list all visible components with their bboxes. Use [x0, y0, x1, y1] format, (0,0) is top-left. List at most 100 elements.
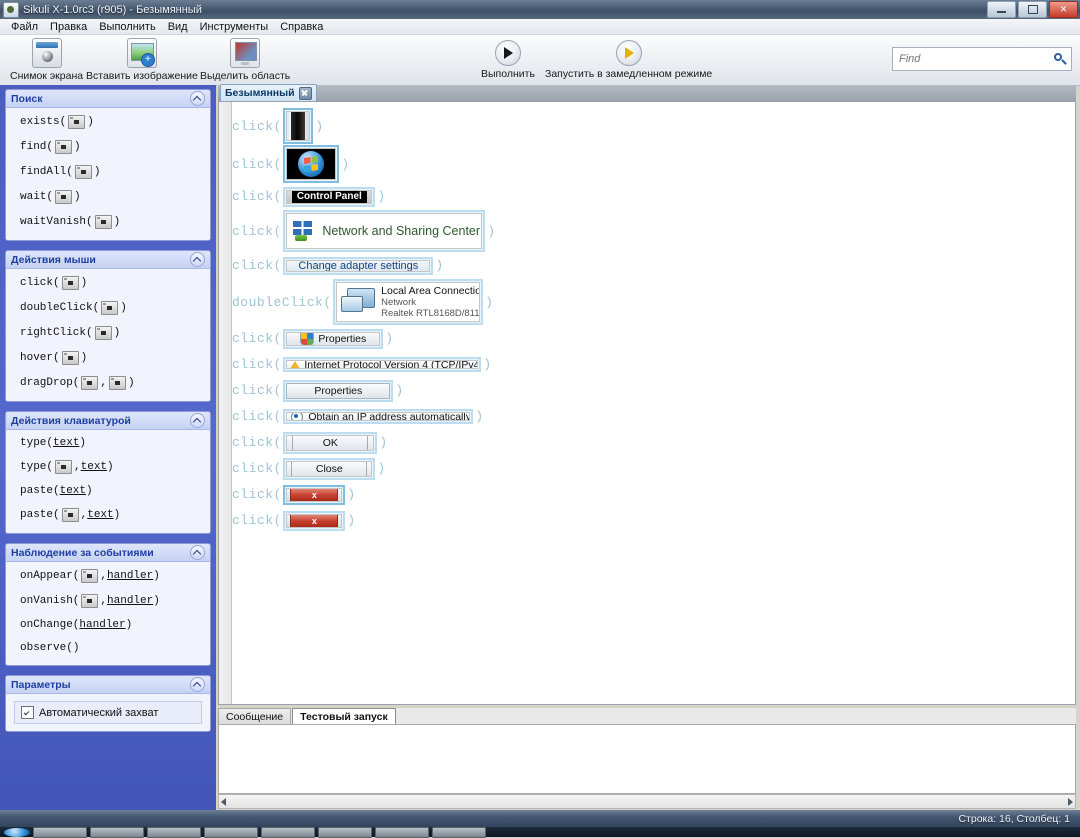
screenshot-thumbnail-properties-shield[interactable]: Properties	[283, 328, 384, 349]
auto-capture-row[interactable]: Автоматический захват	[14, 701, 202, 724]
sidebar-cmd-waitvanish[interactable]: waitVanish( )	[20, 215, 200, 229]
taskbar-item[interactable]	[147, 826, 201, 838]
code-line[interactable]: click( Network and Sharing Center )	[232, 210, 1075, 252]
sidebar-cmd-onappear[interactable]: onAppear( , handler )	[20, 569, 200, 583]
menu-view[interactable]: Вид	[162, 20, 194, 34]
code-line[interactable]: click( Properties )	[232, 378, 1075, 403]
image-thumbnail-icon[interactable]	[61, 276, 79, 290]
sidebar-cmd-paste-text[interactable]: paste( text )	[20, 485, 200, 497]
screenshot-thumbnail-local-area-connection[interactable]: Local Area Connection 2 Network Realtek …	[333, 279, 484, 325]
chevron-up-icon[interactable]	[190, 252, 205, 267]
chevron-up-icon[interactable]	[190, 677, 205, 692]
screenshot-thumbnail-red-close-x[interactable]: x	[283, 484, 346, 505]
screenshot-thumbnail-red-close-x[interactable]: x	[283, 510, 346, 531]
image-thumbnail-icon[interactable]	[109, 376, 127, 390]
sidebar-cmd-find[interactable]: find( )	[20, 140, 200, 154]
toolbar-insert-image-button[interactable]: Вставить изображение	[86, 38, 198, 82]
image-thumbnail-icon[interactable]	[55, 460, 73, 474]
taskbar-item[interactable]	[318, 826, 372, 838]
auto-capture-checkbox[interactable]	[21, 706, 34, 719]
image-thumbnail-icon[interactable]	[55, 140, 73, 154]
screenshot-thumbnail-scrollbar[interactable]	[283, 108, 314, 144]
start-button-icon[interactable]	[4, 827, 30, 837]
taskbar-item[interactable]	[33, 826, 87, 838]
image-thumbnail-icon[interactable]	[81, 594, 99, 608]
image-thumbnail-icon[interactable]	[61, 351, 79, 365]
toolbar-screenshot-button[interactable]: Снимок экрана	[10, 38, 83, 82]
code-line[interactable]: click( Properties )	[232, 326, 1075, 351]
screenshot-thumbnail-network-sharing-center[interactable]: Network and Sharing Center	[283, 210, 486, 252]
menu-run[interactable]: Выполнить	[93, 20, 161, 34]
menu-help[interactable]: Справка	[274, 20, 329, 34]
bottom-output-area[interactable]	[218, 724, 1076, 794]
taskbar-item[interactable]	[90, 826, 144, 838]
code-line[interactable]: click( )	[232, 145, 1075, 183]
menu-tools[interactable]: Инструменты	[194, 20, 275, 34]
code-line[interactable]: click( )	[232, 108, 1075, 144]
menu-edit[interactable]: Правка	[44, 20, 93, 34]
sidebar-cmd-type-text[interactable]: type( text )	[20, 437, 200, 449]
toolbar-select-region-button[interactable]: Выделить область	[200, 38, 290, 82]
image-thumbnail-icon[interactable]	[55, 190, 73, 204]
panel-mouse-actions-header[interactable]: Действия мыши	[6, 251, 210, 269]
toolbar-run-button[interactable]: Выполнить	[481, 38, 535, 80]
chevron-up-icon[interactable]	[190, 545, 205, 560]
code-line[interactable]: doubleClick( Local Area Connection 2 Net…	[232, 279, 1075, 325]
toolbar-run-slow-button[interactable]: Запустить в замедленном режиме	[545, 38, 712, 80]
code-line[interactable]: click( Change adapter settings )	[232, 253, 1075, 278]
image-thumbnail-icon[interactable]	[61, 508, 79, 522]
panel-event-observation-header[interactable]: Наблюдение за событиями	[6, 544, 210, 562]
screenshot-thumbnail-obtain-ip[interactable]: Obtain an IP address automatically	[283, 409, 474, 424]
code-line[interactable]: click( x )	[232, 482, 1075, 507]
image-thumbnail-icon[interactable]	[101, 301, 119, 315]
image-thumbnail-icon[interactable]	[81, 569, 99, 583]
taskbar-item[interactable]	[204, 826, 258, 838]
sidebar-cmd-exists[interactable]: exists( )	[20, 115, 200, 129]
panel-keyboard-actions-header[interactable]: Действия клавиатурой	[6, 412, 210, 430]
image-thumbnail-icon[interactable]	[81, 376, 99, 390]
find-box[interactable]	[892, 47, 1072, 71]
sidebar-cmd-dragdrop[interactable]: dragDrop( , )	[20, 376, 200, 390]
screenshot-thumbnail-change-adapter-settings[interactable]: Change adapter settings	[283, 256, 434, 275]
code-line[interactable]: click( OK )	[232, 430, 1075, 455]
chevron-up-icon[interactable]	[190, 91, 205, 106]
tab-test-run[interactable]: Тестовый запуск	[292, 708, 396, 724]
sidebar-cmd-doubleclick[interactable]: doubleClick( )	[20, 301, 200, 315]
editor-tab-untitled[interactable]: Безымянный	[220, 84, 317, 101]
taskbar-item[interactable]	[375, 826, 429, 838]
maximize-button[interactable]	[1018, 1, 1047, 18]
panel-settings-header[interactable]: Параметры	[6, 676, 210, 694]
screenshot-thumbnail-ok-button[interactable]: OK	[283, 431, 378, 454]
sidebar-cmd-findall[interactable]: findAll( )	[20, 165, 200, 179]
screenshot-thumbnail-close-button[interactable]: Close	[283, 457, 376, 480]
screenshot-thumbnail-properties[interactable]: Properties	[283, 379, 394, 402]
code-line[interactable]: click( x )	[232, 508, 1075, 533]
image-thumbnail-icon[interactable]	[94, 326, 112, 340]
taskbar-item[interactable]	[261, 826, 315, 838]
screenshot-thumbnail-ipv4[interactable]: Internet Protocol Version 4 (TCP/IPv4)	[283, 357, 482, 372]
code-editor[interactable]: click( ) click( ) click(Control Panel)…	[218, 101, 1076, 705]
sidebar-cmd-rightclick[interactable]: rightClick( )	[20, 326, 200, 340]
sidebar-cmd-observe[interactable]: observe( )	[20, 642, 200, 654]
sidebar-cmd-onvanish[interactable]: onVanish( , handler )	[20, 594, 200, 608]
sidebar-cmd-hover[interactable]: hover( )	[20, 351, 200, 365]
code-line[interactable]: click( Close )	[232, 456, 1075, 481]
menu-file[interactable]: Файл	[5, 20, 44, 34]
close-button[interactable]: ✕	[1049, 1, 1078, 18]
search-input[interactable]	[897, 52, 1054, 66]
code-line[interactable]: click( Internet Protocol Version 4 (TCP/…	[232, 352, 1075, 377]
sidebar-cmd-click[interactable]: click( )	[20, 276, 200, 290]
sidebar-cmd-wait[interactable]: wait( )	[20, 190, 200, 204]
screenshot-thumbnail-windows-orb[interactable]	[283, 145, 340, 183]
minimize-button[interactable]	[987, 1, 1016, 18]
horizontal-scrollbar[interactable]	[218, 794, 1076, 809]
image-thumbnail-icon[interactable]	[74, 165, 92, 179]
image-thumbnail-icon[interactable]	[94, 215, 112, 229]
tab-message[interactable]: Сообщение	[218, 708, 292, 724]
scroll-left-icon[interactable]	[221, 797, 226, 806]
code-line[interactable]: click( Obtain an IP address automaticall…	[232, 404, 1075, 429]
chevron-up-icon[interactable]	[190, 413, 205, 428]
code-line[interactable]: click( Control Panel )	[232, 184, 1075, 209]
screenshot-thumbnail-control-panel[interactable]: Control Panel	[283, 186, 376, 207]
sidebar-cmd-type-img-text[interactable]: type( , text )	[20, 460, 200, 474]
